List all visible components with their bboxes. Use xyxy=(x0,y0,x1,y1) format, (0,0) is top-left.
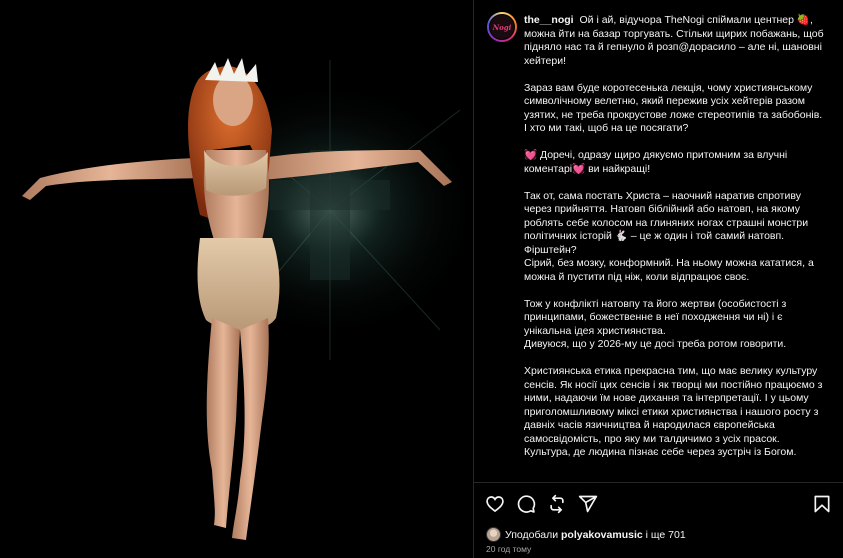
caption-paragraph: 💓 Доречі, одразу щиро дякуємо притомним … xyxy=(524,149,788,175)
post-timestamp[interactable]: 20 год тому xyxy=(486,544,531,554)
post-actions: Уподобали polyakovamusic і ще 701 20 год… xyxy=(474,482,843,558)
comment-icon[interactable] xyxy=(516,494,536,514)
caption-paragraph: Християнська етика прекрасна тим, що має… xyxy=(524,365,823,458)
liker-avatar xyxy=(486,527,501,542)
post-photo-figure xyxy=(0,0,473,558)
post-side-panel: Nogi the__nogi Ой і ай, відучора TheNogi… xyxy=(473,0,843,558)
caption-paragraph: Тож у конфлікті натовпу та його жертви (… xyxy=(524,297,787,351)
bookmark-icon[interactable] xyxy=(812,494,832,514)
avatar[interactable]: Nogi xyxy=(487,12,517,42)
post-image[interactable] xyxy=(0,0,473,558)
avatar-logo: Nogi xyxy=(489,14,515,40)
likes-summary[interactable]: Уподобали polyakovamusic і ще 701 xyxy=(486,527,686,542)
heart-icon[interactable] xyxy=(485,494,505,514)
username-link[interactable]: the__nogi xyxy=(524,14,574,26)
caption-scroll-area[interactable]: Nogi the__nogi Ой і ай, відучора TheNogi… xyxy=(474,0,843,482)
likes-count[interactable]: і ще 701 xyxy=(646,529,686,541)
repost-icon[interactable] xyxy=(547,494,567,514)
caption-text: the__nogi Ой і ай, відучора TheNogi спій… xyxy=(524,11,828,473)
share-icon[interactable] xyxy=(578,494,598,514)
caption-block: Nogi the__nogi Ой і ай, відучора TheNogi… xyxy=(487,11,828,473)
likes-prefix: Уподобали xyxy=(505,528,559,541)
caption-paragraph: Так от, сама постать Христа – наочний на… xyxy=(524,189,814,283)
caption-paragraph: Зараз вам буде коротесенька лекція, чому… xyxy=(524,81,823,135)
liker-username[interactable]: polyakovamusic xyxy=(561,529,643,541)
